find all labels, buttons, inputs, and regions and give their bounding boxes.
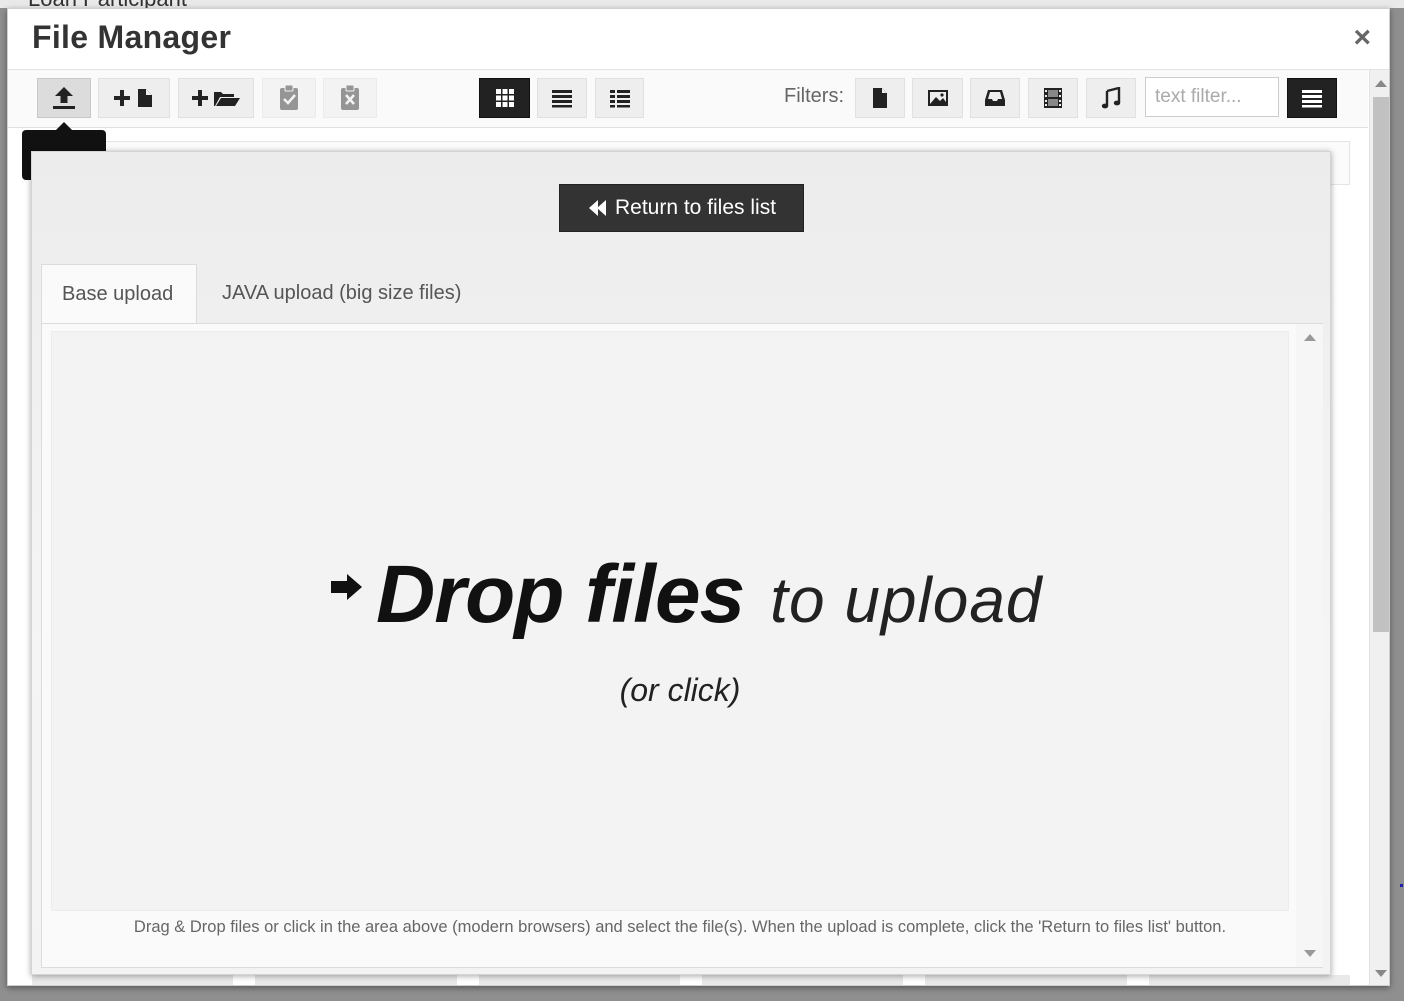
- close-button[interactable]: ×: [1353, 23, 1371, 53]
- view-list-button[interactable]: [537, 78, 587, 118]
- inner-scroll-down-arrow-icon[interactable]: [1304, 950, 1316, 957]
- plus-folder-icon: [192, 90, 240, 106]
- columns-icon: [609, 90, 630, 108]
- upload-panel: Return to files list Base upload JAVA up…: [31, 151, 1331, 975]
- drop-headline: Drop files to upload: [330, 548, 1043, 642]
- return-button-label: Return to files list: [614, 196, 777, 219]
- filter-file-button[interactable]: [855, 78, 905, 118]
- filter-image-button[interactable]: [912, 78, 963, 118]
- clear-clipboard-button[interactable]: [323, 78, 377, 118]
- inner-scroll-up-arrow-icon[interactable]: [1304, 334, 1316, 341]
- new-file-button[interactable]: [98, 78, 170, 118]
- modal-scrollbar[interactable]: [1369, 70, 1389, 985]
- filter-archive-button[interactable]: [970, 78, 1020, 118]
- plus-file-icon: [114, 89, 152, 107]
- arrow-right-icon: [331, 574, 362, 600]
- hamburger-icon: [1302, 90, 1322, 108]
- drop-zone[interactable]: Drop files to upload (or click): [51, 331, 1289, 911]
- film-icon: [1044, 88, 1062, 108]
- upload-button[interactable]: [37, 78, 91, 118]
- new-folder-button[interactable]: [178, 78, 254, 118]
- base-upload-content: Drop files to upload (or click) Drag & D…: [41, 324, 1323, 968]
- upload-help-text: Drag & Drop files or click in the area a…: [133, 918, 1227, 936]
- upload-content-scrollbar[interactable]: [1296, 324, 1323, 967]
- scroll-down-arrow-icon[interactable]: [1375, 970, 1387, 977]
- modal-title: File Manager: [32, 19, 232, 55]
- filter-audio-button[interactable]: [1086, 78, 1136, 118]
- text-filter-input[interactable]: [1145, 77, 1279, 117]
- file-list-rows-behind: [32, 975, 1350, 985]
- toolbar: Filters:: [8, 70, 1368, 128]
- grid-icon: [495, 89, 514, 107]
- scroll-up-arrow-icon[interactable]: [1375, 80, 1387, 87]
- background-page-strip: Loan Participant: [0, 0, 1404, 11]
- paste-button[interactable]: [262, 78, 316, 118]
- drop-sub-text: (or click): [619, 672, 741, 708]
- archive-icon: [985, 90, 1005, 106]
- image-icon: [927, 90, 948, 106]
- tab-java-upload[interactable]: JAVA upload (big size files): [202, 264, 481, 324]
- return-to-files-button[interactable]: Return to files list: [559, 184, 804, 232]
- upload-icon: [53, 87, 75, 109]
- list-icon: [552, 90, 572, 108]
- view-grid-button[interactable]: [479, 78, 530, 118]
- view-columns-button[interactable]: [595, 78, 644, 118]
- filters-label: Filters:: [784, 85, 844, 107]
- tab-base-upload[interactable]: Base upload: [41, 264, 197, 324]
- file-icon: [873, 88, 887, 108]
- backward-icon: [588, 200, 606, 216]
- drop-small-text: to upload: [770, 564, 1043, 636]
- scroll-thumb[interactable]: [1373, 97, 1389, 632]
- clipboard-x-icon: [341, 84, 359, 110]
- stray-pixel: [1400, 884, 1403, 887]
- file-manager-modal: File Manager × Filters: text filter... R…: [7, 8, 1390, 986]
- filter-video-button[interactable]: [1028, 78, 1078, 118]
- menu-button[interactable]: [1287, 78, 1337, 118]
- clipboard-check-icon: [280, 84, 298, 110]
- drop-big-text: Drop files: [376, 549, 745, 640]
- music-icon: [1101, 87, 1121, 109]
- modal-header: File Manager ×: [8, 9, 1389, 70]
